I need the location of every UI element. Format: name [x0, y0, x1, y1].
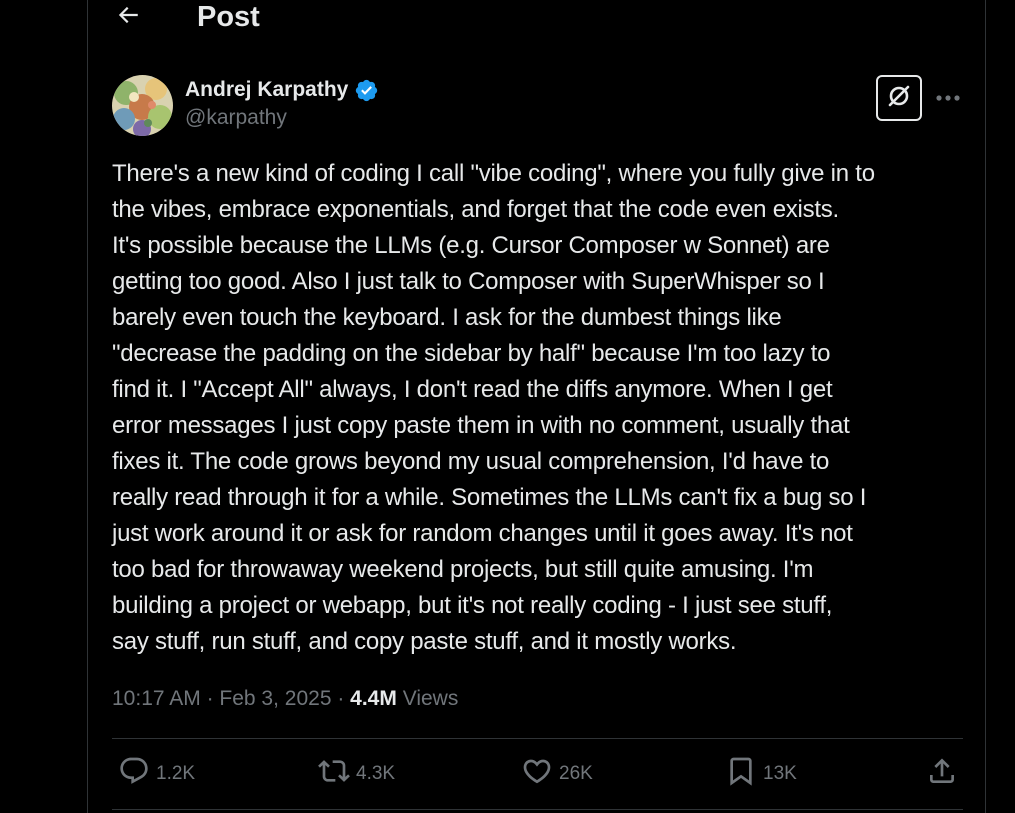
post-text: There's a new kind of coding I call "vib…: [112, 160, 875, 655]
action-bar: 1.2K 4.3K 26K 13K: [112, 739, 963, 809]
arrow-left-icon: [115, 2, 141, 33]
more-dots-icon: [935, 89, 961, 107]
meta-separator: ·: [331, 687, 351, 710]
like-button[interactable]: 26K: [521, 757, 593, 791]
share-icon: [926, 755, 958, 793]
reply-icon: [118, 755, 150, 793]
bookmark-button[interactable]: 13K: [725, 757, 797, 791]
repost-count: 4.3K: [356, 763, 396, 784]
verified-badge-icon[interactable]: [354, 78, 379, 103]
heart-icon: [521, 755, 553, 793]
post-header: Post: [88, 0, 985, 36]
author-name[interactable]: Andrej Karpathy: [185, 78, 348, 102]
more-button[interactable]: [933, 84, 963, 112]
views-count: 4.4M: [350, 687, 397, 710]
bookmark-count: 13K: [763, 763, 797, 784]
views-label: Views: [396, 687, 459, 710]
repost-icon: [318, 755, 350, 793]
reply-button[interactable]: 1.2K: [118, 757, 195, 791]
author-handle[interactable]: @karpathy: [185, 106, 287, 130]
grok-button[interactable]: [876, 75, 922, 121]
meta-separator: ·: [200, 687, 220, 710]
post-column: Post Andrej Karpathy @karpathy There's a…: [87, 0, 986, 813]
share-button[interactable]: [926, 757, 958, 791]
avatar[interactable]: [112, 75, 173, 136]
post-time[interactable]: 10:17 AM: [112, 687, 201, 710]
bookmark-icon: [725, 755, 757, 793]
post-meta: 10:17 AM · Feb 3, 2025 · 4.4M Views: [112, 684, 458, 714]
repost-button[interactable]: 4.3K: [318, 757, 395, 791]
grok-icon: [885, 82, 913, 115]
page-title: Post: [197, 1, 260, 33]
like-count: 26K: [559, 763, 593, 784]
reply-count: 1.2K: [156, 763, 196, 784]
author-name-row: Andrej Karpathy: [185, 76, 379, 104]
divider: [112, 809, 963, 810]
post-date[interactable]: Feb 3, 2025: [219, 687, 331, 710]
back-button[interactable]: [110, 0, 146, 34]
